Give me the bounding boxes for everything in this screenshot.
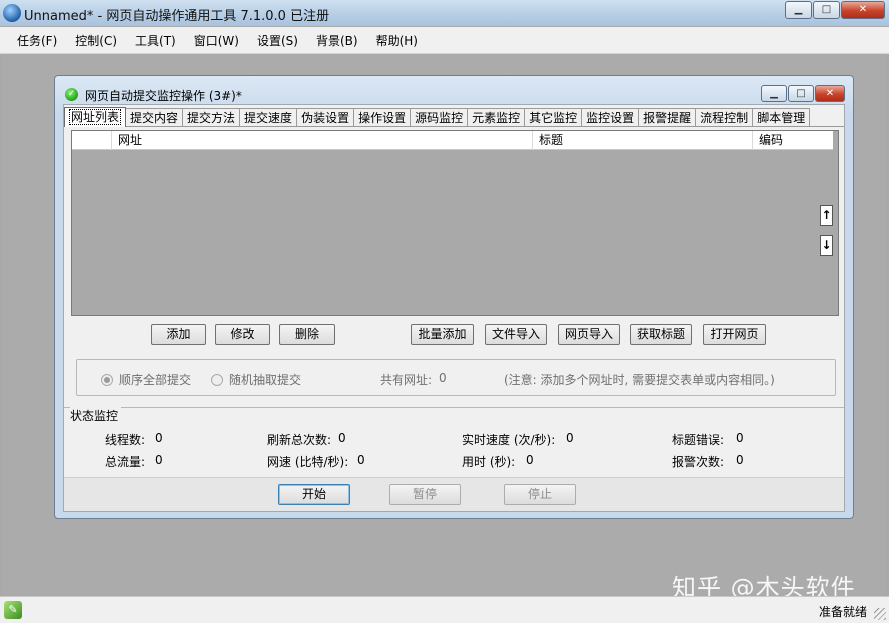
menu-bar: 任务(F) 控制(C) 工具(T) 窗口(W) 设置(S) 背景(B) 帮助(H… bbox=[0, 27, 889, 54]
menu-background[interactable]: 背景(B) bbox=[309, 32, 365, 49]
sequential-radio-option[interactable]: 顺序全部提交 bbox=[101, 371, 191, 388]
batch-add-button[interactable]: 批量添加 bbox=[411, 324, 474, 345]
menu-window[interactable]: 窗口(W) bbox=[187, 32, 246, 49]
url-list[interactable]: 网址 标题 编码 ↑ ↓ bbox=[71, 130, 839, 316]
list-header: 网址 标题 编码 bbox=[72, 131, 833, 150]
column-header-encoding[interactable]: 编码 bbox=[753, 131, 833, 150]
stop-button[interactable]: 停止 bbox=[504, 484, 576, 505]
elapsed-label: 用时 (秒): bbox=[462, 455, 516, 469]
move-up-button[interactable]: ↑ bbox=[820, 205, 833, 226]
alarm-count-value: 0 bbox=[736, 453, 744, 467]
menu-control[interactable]: 控制(C) bbox=[68, 32, 124, 49]
app-window-controls: ▁ □ ✕ bbox=[784, 1, 885, 19]
app-logo-icon bbox=[3, 4, 21, 22]
status-tool-icon: ✎ bbox=[4, 601, 22, 619]
status-text: 准备就绪 bbox=[818, 605, 867, 619]
monitor-window-titlebar[interactable]: ✓ 网页自动提交监控操作 (3#)* ▁ □ ✕ bbox=[55, 76, 853, 106]
traffic-value: 0 bbox=[155, 453, 163, 467]
traffic-label: 总流量: bbox=[105, 455, 146, 469]
child-maximize-button[interactable]: □ bbox=[788, 85, 814, 102]
child-close-button[interactable]: ✕ bbox=[815, 85, 845, 102]
tab-operation-settings[interactable]: 操作设置 bbox=[353, 108, 412, 127]
realtime-speed-label: 实时速度 (次/秒): bbox=[462, 433, 556, 447]
import-web-button[interactable]: 网页导入 bbox=[558, 324, 620, 345]
alarm-count-label: 报警次数: bbox=[672, 455, 725, 469]
tab-script-management[interactable]: 脚本管理 bbox=[752, 108, 811, 127]
random-radio-option[interactable]: 随机抽取提交 bbox=[211, 371, 301, 388]
maximize-button[interactable]: □ bbox=[813, 1, 840, 19]
column-header-title[interactable]: 标题 bbox=[533, 131, 753, 150]
edit-button[interactable]: 修改 bbox=[215, 324, 270, 345]
delete-button[interactable]: 删除 bbox=[279, 324, 335, 345]
child-window-controls: ▁ □ ✕ bbox=[760, 85, 845, 102]
menu-settings[interactable]: 设置(S) bbox=[250, 32, 305, 49]
app-titlebar[interactable]: Unnamed* - 网页自动操作通用工具 7.1.0.0 已注册 ▁ □ ✕ bbox=[0, 0, 889, 26]
threads-value: 0 bbox=[155, 431, 163, 445]
tab-alarm-reminder[interactable]: 报警提醒 bbox=[638, 108, 697, 127]
title-errors-label: 标题错误: bbox=[672, 433, 725, 447]
tab-monitor-settings[interactable]: 监控设置 bbox=[581, 108, 640, 127]
tab-source-monitor[interactable]: 源码监控 bbox=[410, 108, 469, 127]
get-title-button[interactable]: 获取标题 bbox=[630, 324, 692, 345]
status-monitor-group: 状态监控 线程数: 0 刷新总次数: 0 实时速度 (次/秒): 0 标题错误:… bbox=[64, 407, 844, 475]
submit-mode-group: 顺序全部提交 随机抽取提交 共有网址: 0 (注意: 添加多个网址时, 需要提交… bbox=[76, 359, 836, 396]
threads-label: 线程数: bbox=[105, 433, 146, 447]
resize-grip[interactable] bbox=[874, 608, 886, 620]
move-down-button[interactable]: ↓ bbox=[820, 235, 833, 256]
net-speed-label: 网速 (比特/秒): bbox=[267, 455, 349, 469]
start-button[interactable]: 开始 bbox=[278, 484, 350, 505]
tab-submit-method[interactable]: 提交方法 bbox=[182, 108, 241, 127]
radio-sequential[interactable] bbox=[101, 373, 113, 386]
status-monitor-label: 状态监控 bbox=[70, 407, 122, 424]
control-bar: 开始 暂停 停止 bbox=[64, 477, 844, 511]
minimize-button[interactable]: ▁ bbox=[785, 1, 812, 19]
total-urls-label: 共有网址: bbox=[380, 373, 433, 387]
open-page-button[interactable]: 打开网页 bbox=[703, 324, 766, 345]
monitor-window: ✓ 网页自动提交监控操作 (3#)* ▁ □ ✕ 网址列表 提交内容 提交方法 … bbox=[54, 75, 854, 519]
tab-disguise-settings[interactable]: 伪装设置 bbox=[296, 108, 355, 127]
app-title: Unnamed* - 网页自动操作通用工具 7.1.0.0 已注册 bbox=[24, 9, 330, 24]
tab-element-monitor[interactable]: 元素监控 bbox=[467, 108, 526, 127]
elapsed-value: 0 bbox=[526, 453, 534, 467]
refresh-count-value: 0 bbox=[338, 431, 346, 445]
monitor-window-title: 网页自动提交监控操作 (3#)* bbox=[85, 89, 242, 103]
tab-url-list[interactable]: 网址列表 bbox=[64, 107, 127, 127]
add-button[interactable]: 添加 bbox=[151, 324, 206, 345]
refresh-count-label: 刷新总次数: bbox=[267, 433, 332, 447]
tab-submit-speed[interactable]: 提交速度 bbox=[239, 108, 298, 127]
tab-other-monitor[interactable]: 其它监控 bbox=[524, 108, 583, 127]
column-header-index[interactable] bbox=[72, 131, 112, 150]
menu-task[interactable]: 任务(F) bbox=[10, 32, 64, 49]
net-speed-value: 0 bbox=[357, 453, 365, 467]
title-errors-value: 0 bbox=[736, 431, 744, 445]
tab-strip: 网址列表 提交内容 提交方法 提交速度 伪装设置 操作设置 源码监控 元素监控 … bbox=[64, 107, 811, 127]
child-minimize-button[interactable]: ▁ bbox=[761, 85, 787, 102]
menu-help[interactable]: 帮助(H) bbox=[369, 32, 425, 49]
total-urls-value: 0 bbox=[439, 371, 447, 385]
note-text: (注意: 添加多个网址时, 需要提交表单或内容相同。) bbox=[504, 373, 775, 387]
realtime-speed-value: 0 bbox=[566, 431, 574, 445]
pause-button[interactable]: 暂停 bbox=[389, 484, 461, 505]
radio-random[interactable] bbox=[211, 373, 223, 386]
random-label: 随机抽取提交 bbox=[229, 373, 302, 387]
menu-tools[interactable]: 工具(T) bbox=[128, 32, 183, 49]
column-header-url[interactable]: 网址 bbox=[112, 131, 533, 150]
tab-submit-content[interactable]: 提交内容 bbox=[125, 108, 184, 127]
check-icon: ✓ bbox=[65, 88, 78, 101]
url-list-panel: 网址 标题 编码 ↑ ↓ 添加 修改 删除 批量添加 文件导入 网页导入 获取标… bbox=[64, 126, 844, 406]
import-file-button[interactable]: 文件导入 bbox=[485, 324, 547, 345]
tab-label: 网址列表 bbox=[69, 109, 122, 125]
close-button[interactable]: ✕ bbox=[841, 1, 885, 19]
status-bar: ✎ 准备就绪 bbox=[0, 596, 889, 623]
tab-flow-control[interactable]: 流程控制 bbox=[695, 108, 754, 127]
sequential-label: 顺序全部提交 bbox=[119, 373, 192, 387]
monitor-window-body: 网址列表 提交内容 提交方法 提交速度 伪装设置 操作设置 源码监控 元素监控 … bbox=[63, 104, 845, 512]
